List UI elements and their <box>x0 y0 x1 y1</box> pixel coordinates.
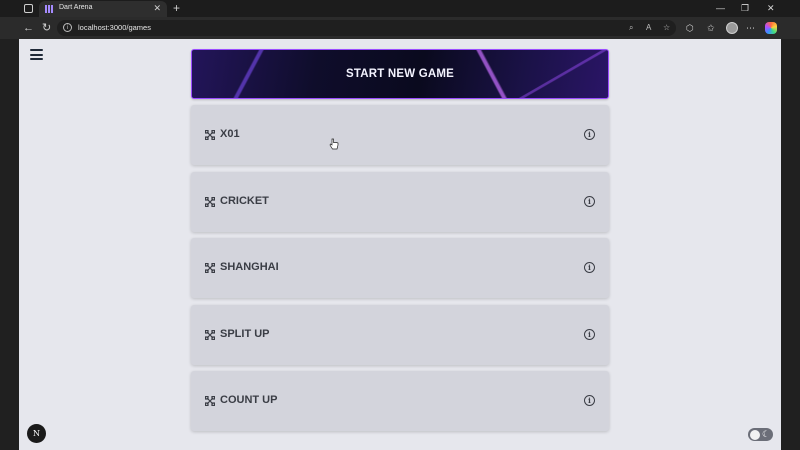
copilot-icon[interactable] <box>765 22 777 34</box>
favicon-icon <box>45 5 53 13</box>
dart-icon <box>205 130 215 140</box>
dart-icon <box>205 197 215 207</box>
refresh-icon[interactable]: ↻ <box>42 21 51 35</box>
read-aloud-icon[interactable]: A <box>646 23 651 33</box>
info-icon[interactable]: i <box>584 196 595 207</box>
restore-button[interactable]: ❐ <box>741 2 749 14</box>
more-icon[interactable]: ⋯ <box>746 22 755 34</box>
page-viewport: START NEW GAME X01 i CRICKET i SHANGHAI … <box>19 39 781 450</box>
favorite-star-icon[interactable]: ☆ <box>663 23 670 33</box>
game-card-shanghai[interactable]: SHANGHAI i <box>191 238 609 298</box>
site-info-icon[interactable]: i <box>63 23 72 32</box>
game-label: SHANGHAI <box>220 261 279 273</box>
close-window-button[interactable]: ✕ <box>767 2 775 14</box>
hand-cursor-icon <box>329 138 339 150</box>
nextjs-badge[interactable]: N <box>27 424 46 443</box>
tab-dart-arena[interactable]: Dart Arena ✕ <box>39 1 167 17</box>
extensions-icon[interactable]: ⬡ <box>686 22 694 34</box>
game-label: CRICKET <box>220 195 269 207</box>
dart-icon <box>205 330 215 340</box>
start-new-game-button[interactable]: START NEW GAME <box>191 49 609 99</box>
game-card-x01[interactable]: X01 i <box>191 105 609 165</box>
info-icon[interactable]: i <box>584 329 595 340</box>
back-icon[interactable]: ← <box>23 21 34 35</box>
profile-avatar[interactable] <box>726 22 738 34</box>
game-label: COUNT UP <box>220 394 278 406</box>
game-label: X01 <box>220 128 240 140</box>
zoom-icon[interactable]: ⌕ <box>629 23 633 33</box>
tab-title: Dart Arena <box>59 4 93 11</box>
theme-toggle[interactable]: ☾ <box>748 428 773 441</box>
tab-strip: Dart Arena ✕ + — ❐ ✕ <box>0 0 800 17</box>
dart-icon <box>205 396 215 406</box>
info-icon[interactable]: i <box>584 395 595 406</box>
game-card-cricket[interactable]: CRICKET i <box>191 172 609 232</box>
info-icon[interactable]: i <box>584 129 595 140</box>
tab-close-icon[interactable]: ✕ <box>153 3 161 13</box>
url-text[interactable]: localhost:3000/games <box>78 23 151 32</box>
address-bar[interactable]: i localhost:3000/games ⌕ A ☆ <box>57 20 676 36</box>
dart-icon <box>205 263 215 273</box>
toggle-knob <box>749 429 760 440</box>
info-icon[interactable]: i <box>584 262 595 273</box>
game-card-split-up[interactable]: SPLIT UP i <box>191 305 609 365</box>
browser-toolbar: ← ↻ i localhost:3000/games ⌕ A ☆ ⬡ ✩ ⋯ <box>0 17 800 39</box>
moon-icon: ☾ <box>762 429 771 439</box>
start-new-game-label: START NEW GAME <box>346 68 454 80</box>
hamburger-menu-icon[interactable] <box>30 49 43 60</box>
new-tab-button[interactable]: + <box>173 1 180 15</box>
tab-actions-icon[interactable] <box>24 4 33 13</box>
favorites-icon[interactable]: ✩ <box>707 22 715 34</box>
browser-window: Dart Arena ✕ + — ❐ ✕ ← ↻ i localhost:300… <box>0 0 800 450</box>
game-label: SPLIT UP <box>220 328 270 340</box>
game-card-count-up[interactable]: COUNT UP i <box>191 371 609 431</box>
minimize-button[interactable]: — <box>716 2 725 14</box>
